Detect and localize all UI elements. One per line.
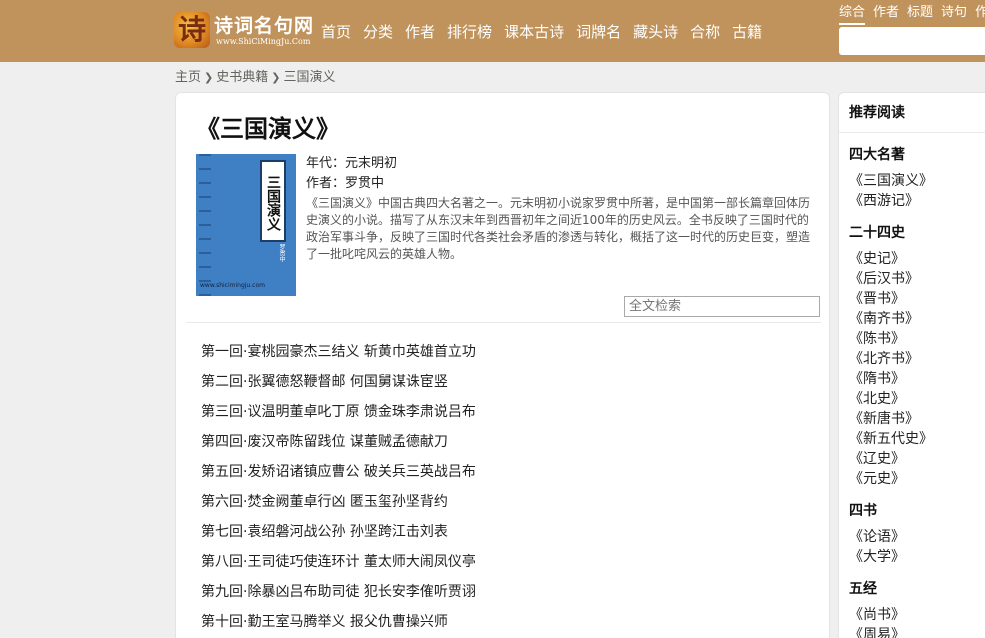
list-item: 第五回·发矫诏诸镇应曹公 破关兵三英战吕布 (201, 461, 476, 491)
nav-cipai[interactable]: 词牌名 (576, 21, 621, 43)
site-logo[interactable]: 诗 诗词名句网 www.ShiCiMingJu.Com (174, 10, 313, 50)
nav-category[interactable]: 分类 (363, 21, 393, 43)
page-title: 《三国演义》 (196, 115, 340, 143)
sidebar-group-title: 二十四史 (849, 225, 905, 241)
logo-url: www.ShiCiMingJu.Com (216, 37, 311, 46)
chapter-link[interactable]: 第八回·王司徒巧使连环计 董太师大闹凤仪亭 (201, 554, 476, 570)
breadcrumb-current: 三国演义 (283, 70, 336, 85)
book-intro: 《三国演义》中国古典四大名著之一。元末明初小说家罗贯中所著，是中国第一部长篇章回… (306, 196, 811, 261)
sidebar-link[interactable]: 《南齐书》 (849, 309, 985, 329)
sidebar-link[interactable]: 《北史》 (849, 389, 985, 409)
sidebar-link[interactable]: 《史记》 (849, 249, 985, 269)
breadcrumb-category[interactable]: 史书典籍 (216, 70, 268, 85)
nav-ranking[interactable]: 排行榜 (447, 21, 492, 43)
chapter-link[interactable]: 第六回·焚金阙董卓行凶 匿玉玺孙坚背约 (201, 494, 448, 510)
list-item: 第七回·袁绍磐河战公孙 孙坚跨江击刘表 (201, 521, 476, 551)
site-header: 诗 诗词名句网 www.ShiCiMingJu.Com 首页 分类 作者 排行榜… (0, 0, 985, 62)
list-item: 第六回·焚金阙董卓行凶 匿玉玺孙坚背约 (201, 491, 476, 521)
sidebar-group-24-histories: 二十四史 《史记》 《后汉书》 《晋书》 《南齐书》 《陈书》 《北齐书》 《隋… (839, 223, 985, 489)
sidebar-group-five-classics: 五经 《尚书》 《周易》 (839, 579, 985, 638)
sidebar-link[interactable]: 《北齐书》 (849, 349, 985, 369)
chapter-link[interactable]: 第一回·宴桃园豪杰三结义 斩黄巾英雄首立功 (201, 344, 476, 360)
nav-home[interactable]: 首页 (321, 21, 351, 43)
nav-author[interactable]: 作者 (405, 21, 435, 43)
list-item: 第九回·除暴凶吕布助司徒 犯长安李傕听贾诩 (201, 581, 476, 611)
book-cover-image: 三国演义 罗贯中 www.shicimingju.com (196, 154, 296, 296)
sidebar-link[interactable]: 《辽史》 (849, 449, 985, 469)
sidebar-link[interactable]: 《晋书》 (849, 289, 985, 309)
chevron-right-icon: ❯ (204, 71, 214, 84)
sidebar-link[interactable]: 《后汉书》 (849, 269, 985, 289)
cover-author: 罗贯中 (278, 244, 285, 262)
sidebar-link[interactable]: 《西游记》 (849, 191, 985, 211)
sidebar-group-four-books: 四书 《论语》 《大学》 (839, 501, 985, 567)
book-card: 《三国演义》 三国演义 罗贯中 www.shicimingju.com 年代：元… (175, 92, 830, 638)
list-item: 第四回·废汉帝陈留践位 谋董贼孟德献刀 (201, 431, 476, 461)
chapter-link[interactable]: 第十回·勤王室马腾举义 报父仇曹操兴师 (201, 614, 448, 630)
sidebar-heading: 推荐阅读 (839, 93, 985, 133)
list-item: 第十回·勤王室马腾举义 报父仇曹操兴师 (201, 611, 476, 638)
list-item: 第八回·王司徒巧使连环计 董太师大闹凤仪亭 (201, 551, 476, 581)
author-label: 作者： (306, 176, 346, 191)
book-era: 年代：元末明初 (306, 154, 816, 174)
era-label: 年代： (306, 156, 346, 171)
sidebar-link[interactable]: 《元史》 (849, 469, 985, 489)
sidebar-link[interactable]: 《三国演义》 (849, 171, 985, 191)
search-tab-verse[interactable]: 诗句 (941, 4, 967, 25)
search-tab-all[interactable]: 综合 (839, 4, 866, 25)
header-search-input[interactable] (839, 27, 985, 55)
sidebar-link[interactable]: 《尚书》 (849, 605, 985, 625)
search-tab-title[interactable]: 标题 (907, 4, 933, 25)
list-item: 第一回·宴桃园豪杰三结义 斩黄巾英雄首立功 (201, 341, 476, 371)
main-nav: 首页 分类 作者 排行榜 课本古诗 词牌名 藏头诗 合称 古籍 (321, 21, 774, 43)
breadcrumb: 主页 ❯ 史书典籍 ❯ 三国演义 (175, 69, 335, 87)
author-value: 罗贯中 (345, 176, 385, 191)
breadcrumb-home[interactable]: 主页 (175, 70, 201, 85)
sidebar-group-title: 四大名著 (849, 147, 905, 163)
sidebar-link[interactable]: 《陈书》 (849, 329, 985, 349)
list-item: 第二回·张翼德怒鞭督邮 何国舅谋诛宦竖 (201, 371, 476, 401)
book-author: 作者：罗贯中 (306, 174, 816, 194)
search-tabs: 综合 作者 标题 诗句 作 (839, 4, 985, 25)
sidebar-group-title: 四书 (849, 503, 877, 519)
era-value: 元末明初 (345, 156, 398, 171)
sidebar-group-four-classics: 四大名著 《三国演义》 《西游记》 (839, 145, 985, 211)
search-tab-more[interactable]: 作 (975, 4, 985, 25)
chapter-link[interactable]: 第三回·议温明董卓叱丁原 馈金珠李肃说吕布 (201, 404, 476, 420)
nav-ancient-books[interactable]: 古籍 (732, 21, 762, 43)
sidebar-link[interactable]: 《隋书》 (849, 369, 985, 389)
search-tab-author[interactable]: 作者 (873, 4, 899, 25)
sidebar-link[interactable]: 《论语》 (849, 527, 985, 547)
chevron-right-icon: ❯ (271, 71, 281, 84)
chapter-link[interactable]: 第四回·废汉帝陈留践位 谋董贼孟德献刀 (201, 434, 448, 450)
chapter-link[interactable]: 第二回·张翼德怒鞭督邮 何国舅谋诛宦竖 (201, 374, 448, 390)
chapter-list: 第一回·宴桃园豪杰三结义 斩黄巾英雄首立功 第二回·张翼德怒鞭督邮 何国舅谋诛宦… (201, 341, 476, 638)
logo-mark-icon: 诗 (174, 12, 210, 48)
divider (186, 322, 821, 323)
sidebar-link[interactable]: 《新唐书》 (849, 409, 985, 429)
chapter-link[interactable]: 第五回·发矫诏诸镇应曹公 破关兵三英战吕布 (201, 464, 476, 480)
sidebar-link[interactable]: 《周易》 (849, 625, 985, 638)
nav-collective-names[interactable]: 合称 (690, 21, 720, 43)
cover-title: 三国演义 (260, 160, 286, 242)
book-meta: 年代：元末明初 作者：罗贯中 《三国演义》中国古典四大名著之一。元末明初小说家罗… (306, 154, 816, 263)
fulltext-search-input[interactable] (624, 296, 820, 317)
nav-textbook-poems[interactable]: 课本古诗 (504, 21, 564, 43)
chapter-link[interactable]: 第九回·除暴凶吕布助司徒 犯长安李傕听贾诩 (201, 584, 476, 600)
list-item: 第三回·议温明董卓叱丁原 馈金珠李肃说吕布 (201, 401, 476, 431)
recommended-sidebar: 推荐阅读 四大名著 《三国演义》 《西游记》 二十四史 《史记》 《后汉书》 《… (838, 92, 985, 638)
chapter-link[interactable]: 第七回·袁绍磐河战公孙 孙坚跨江击刘表 (201, 524, 448, 540)
logo-name: 诗词名句网 (214, 15, 315, 37)
cover-binding (199, 154, 211, 296)
sidebar-group-title: 五经 (849, 581, 877, 597)
sidebar-link[interactable]: 《新五代史》 (849, 429, 985, 449)
nav-acrostic[interactable]: 藏头诗 (633, 21, 678, 43)
sidebar-link[interactable]: 《大学》 (849, 547, 985, 567)
cover-url: www.shicimingju.com (200, 282, 265, 289)
